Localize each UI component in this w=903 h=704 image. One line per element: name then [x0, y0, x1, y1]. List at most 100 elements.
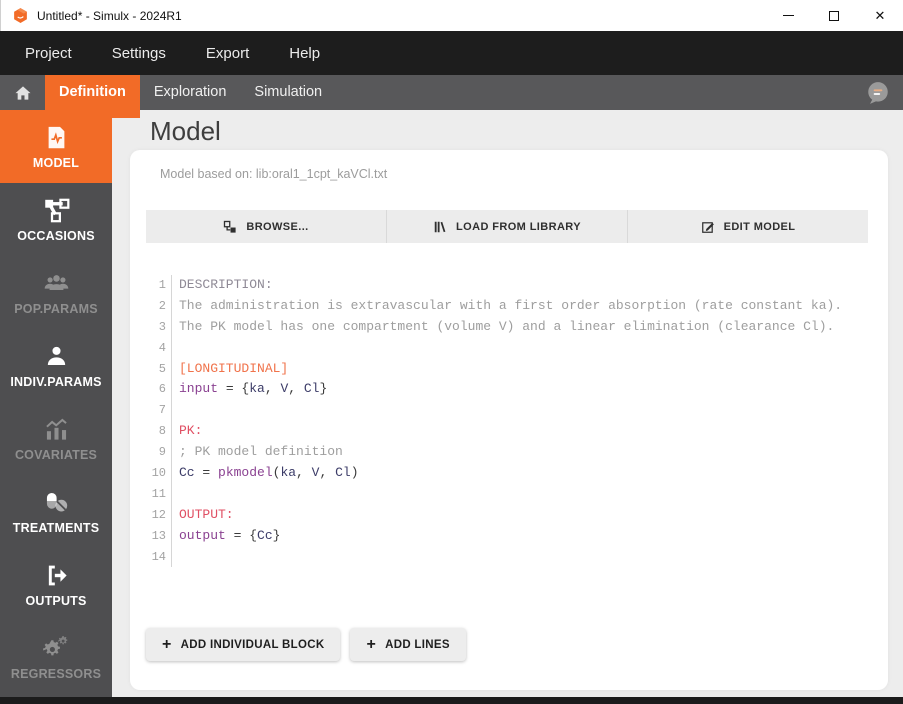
- code-segment: ,: [319, 465, 336, 481]
- code-segment: pkmodel: [218, 465, 273, 481]
- window-bottom-edge: [0, 697, 903, 704]
- line-number: 3: [146, 316, 172, 338]
- code-segment: }: [272, 527, 281, 543]
- editor-line: 5 [LONGITUDINAL]: [146, 358, 886, 380]
- close-icon: ✕: [874, 8, 886, 23]
- sidebar-item-occasions[interactable]: OCCASIONS: [0, 183, 112, 256]
- sidebar-item-covariates[interactable]: COVARIATES: [0, 402, 112, 475]
- sidebar-item-label: OUTPUTS: [25, 593, 87, 608]
- line-number: 4: [146, 337, 172, 359]
- code-segment: =: [194, 465, 219, 481]
- close-button[interactable]: ✕: [857, 0, 903, 31]
- code-line[interactable]: OUTPUT:: [172, 505, 234, 526]
- code-segment: OUTPUT:: [179, 506, 234, 522]
- code-segment: ka: [249, 381, 265, 397]
- maximize-button[interactable]: [811, 0, 857, 31]
- line-number: 8: [146, 421, 172, 443]
- line-number: 2: [146, 295, 172, 317]
- code-segment: Cl: [303, 381, 320, 397]
- model-toolbar: BROWSE... LOAD FROM LIBRARY EDIT MODEL: [146, 210, 868, 243]
- editor-line: 14: [146, 546, 886, 568]
- menu-item-help[interactable]: Help: [289, 45, 320, 62]
- editor-line: 7: [146, 400, 886, 422]
- menu-item-export[interactable]: Export: [206, 45, 249, 62]
- code-segment: ; PK model definition: [179, 444, 343, 460]
- edit-model-button-label: EDIT MODEL: [723, 220, 796, 233]
- sidebar-item-outputs[interactable]: OUTPUTS: [0, 548, 112, 621]
- editor-line: 1 DESCRIPTION:: [146, 275, 886, 296]
- code-line[interactable]: output = {Cc}: [172, 526, 280, 547]
- add-lines-button[interactable]: + ADD LINES: [350, 628, 466, 661]
- sidebar-item-label: TREATMENTS: [12, 520, 100, 535]
- indiv-params-icon: [43, 343, 70, 370]
- sidebar-item-pop-params[interactable]: POP.PARAMS: [0, 256, 112, 329]
- editor-line: 9 ; PK model definition: [146, 442, 886, 464]
- minimize-button[interactable]: [765, 0, 811, 31]
- code-editor[interactable]: 1 DESCRIPTION: 2 The administration is extr…: [146, 275, 886, 568]
- model-card: Model based on: lib:oral1_1cpt_kaVCl.txt…: [130, 150, 888, 690]
- editor-line: 12 OUTPUT:: [146, 504, 886, 526]
- code-segment: = {: [218, 381, 250, 397]
- line-number: 11: [146, 483, 172, 505]
- maximize-icon: [829, 10, 839, 21]
- plus-icon: +: [162, 635, 172, 653]
- title-bar: Untitled* - Simulx - 2024R1 ✕: [0, 0, 903, 31]
- editor-line: 3 The PK model has one compartment (volum…: [146, 316, 886, 338]
- code-line[interactable]: The administration is extravascular with…: [172, 296, 842, 317]
- editor-line: 4: [146, 337, 886, 359]
- line-number: 12: [146, 504, 172, 526]
- load-from-library-button[interactable]: LOAD FROM LIBRARY: [386, 210, 627, 243]
- code-segment: }: [319, 381, 328, 397]
- editor-actions: + ADD INDIVIDUAL BLOCK + ADD LINES: [146, 628, 466, 661]
- code-segment: [LONGITUDINAL]: [179, 360, 289, 376]
- line-number: 7: [146, 400, 172, 422]
- sidebar-item-label: OCCASIONS: [17, 228, 95, 243]
- model-icon: [43, 124, 70, 151]
- code-segment: = {: [225, 527, 258, 543]
- sidebar-item-label: REGRESSORS: [10, 666, 102, 681]
- regressors-icon: [42, 635, 70, 662]
- line-number: 13: [146, 525, 172, 547]
- line-number: 14: [146, 546, 172, 568]
- code-line[interactable]: [LONGITUDINAL]: [172, 359, 288, 380]
- window-title: Untitled* - Simulx - 2024R1: [37, 8, 182, 23]
- sidebar-item-model[interactable]: MODEL: [0, 110, 112, 183]
- treatments-icon: [43, 489, 70, 516]
- plus-icon: +: [366, 635, 377, 653]
- code-line[interactable]: ; PK model definition: [172, 442, 343, 463]
- menu-item-settings[interactable]: Settings: [112, 45, 166, 62]
- tab-simulation[interactable]: Simulation: [240, 75, 336, 110]
- code-line[interactable]: PK:: [172, 421, 202, 442]
- tab-exploration[interactable]: Exploration: [140, 75, 241, 110]
- sidebar-item-regressors[interactable]: REGRESSORS: [0, 621, 112, 694]
- code-segment: The PK model has one compartment (volume…: [179, 318, 835, 334]
- line-number: 9: [146, 442, 172, 464]
- add-individual-block-button[interactable]: + ADD INDIVIDUAL BLOCK: [146, 628, 341, 661]
- home-button[interactable]: [0, 75, 45, 110]
- code-segment: Cl: [335, 465, 351, 481]
- code-line[interactable]: input = {ka, V, Cl}: [172, 379, 327, 400]
- menu-item-project[interactable]: Project: [25, 45, 72, 62]
- messages-button[interactable]: [865, 80, 891, 106]
- tab-bar: Definition Exploration Simulation: [0, 75, 903, 118]
- editor-line: 13 output = {Cc}: [146, 525, 886, 547]
- home-icon: [15, 85, 30, 100]
- code-line[interactable]: DESCRIPTION:: [172, 275, 273, 296]
- model-based-on-label: Model based on: lib:oral1_1cpt_kaVCl.txt: [160, 167, 388, 181]
- sidebar-item-indiv-params[interactable]: INDIV.PARAMS: [0, 329, 112, 402]
- sidebar-item-treatments[interactable]: TREATMENTS: [0, 475, 112, 548]
- edit-model-button[interactable]: EDIT MODEL: [627, 210, 868, 243]
- sidebar: MODEL OCCASIONS POP.PARAMS INDIV.PARAMS COVA…: [0, 110, 112, 697]
- outputs-icon: [43, 562, 70, 589]
- page-title: Model: [150, 116, 221, 146]
- code-line[interactable]: Cc = pkmodel(ka, V, Cl): [172, 463, 359, 484]
- browse-button[interactable]: BROWSE...: [146, 210, 386, 243]
- code-segment: ka: [280, 465, 297, 481]
- main-content: Model Model based on: lib:oral1_1cpt_kaV…: [112, 110, 903, 697]
- sidebar-item-label: MODEL: [32, 155, 80, 170]
- code-line[interactable]: The PK model has one compartment (volume…: [172, 317, 834, 338]
- edit-pencil-icon: [701, 220, 715, 234]
- tab-definition[interactable]: Definition: [45, 75, 140, 118]
- simulx-logo-icon: [14, 8, 27, 23]
- code-segment: ,: [296, 465, 312, 481]
